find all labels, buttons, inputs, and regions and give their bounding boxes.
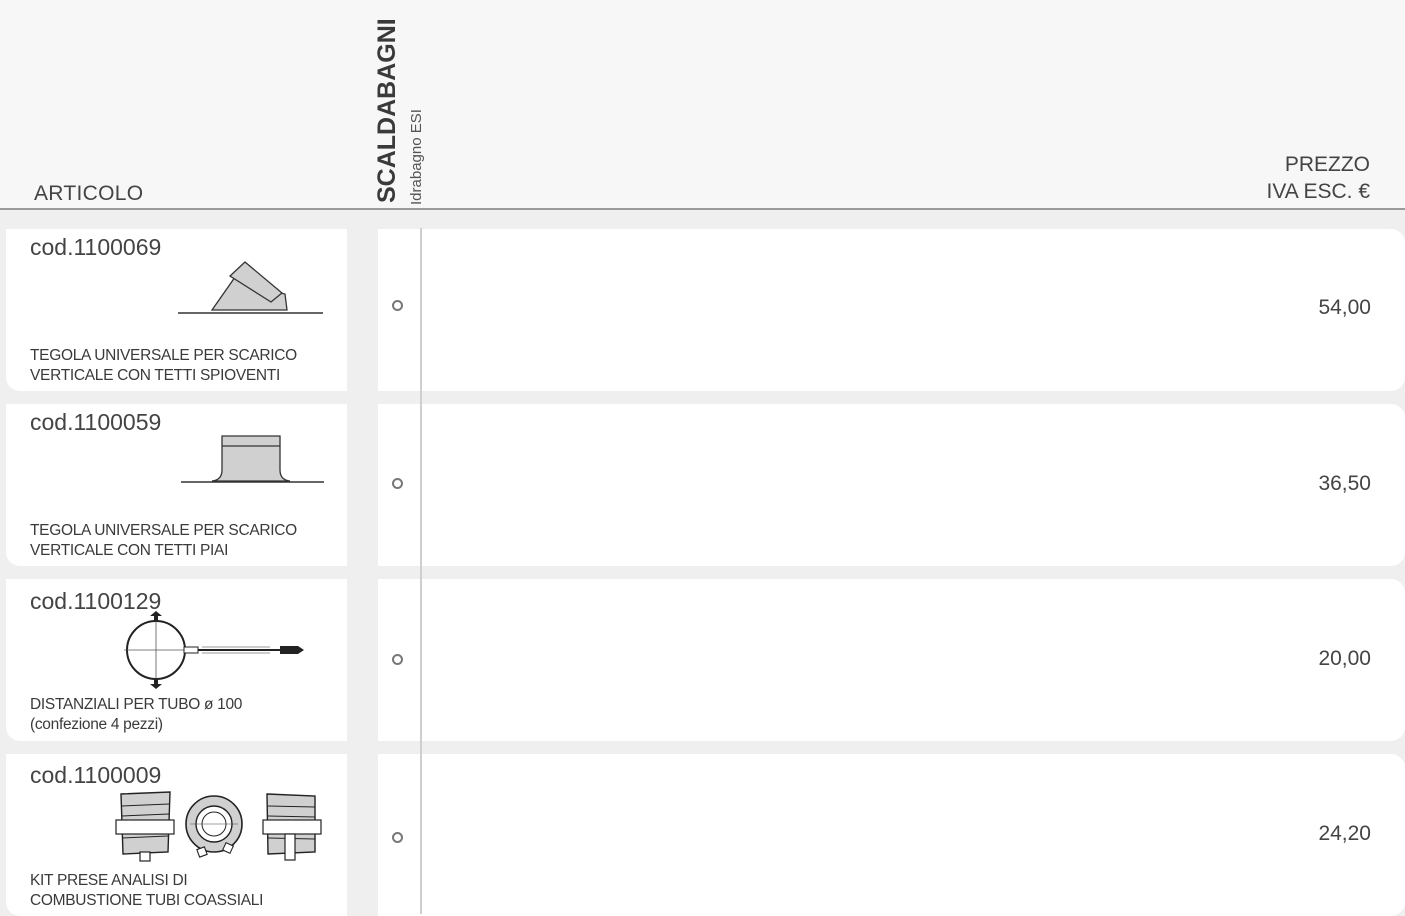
price-value: 36,50: [1318, 472, 1371, 495]
flat-roof-tile-icon: [181, 435, 324, 483]
article-code: cod.1100069: [30, 234, 162, 260]
column-header-price: PREZZO IVA ESC. €: [1267, 151, 1371, 205]
price-header-line1: PREZZO: [1284, 153, 1370, 176]
description-line-2: VERTICALE CON TETTI SPIOVENTI: [30, 367, 280, 384]
description-line-1: KIT PRESE ANALISI DI: [30, 872, 188, 889]
table-row-price-1: [378, 229, 1405, 391]
article-description: TEGOLA UNIVERSALE PER SCARICO VERTICALE …: [30, 521, 350, 561]
category-subtitle: Idrabagno ESI: [408, 109, 425, 205]
description-line-1: DISTANZIALI PER TUBO ø 100: [30, 696, 243, 713]
pipe-spacer-icon: [124, 611, 304, 689]
description-line-1: TEGOLA UNIVERSALE PER SCARICO: [30, 347, 297, 364]
availability-circle-icon: [392, 478, 403, 489]
description-line-2: COMBUSTIONE TUBI COASSIALI: [30, 892, 264, 909]
price-value: 24,20: [1318, 822, 1371, 845]
price-value: 20,00: [1318, 647, 1371, 670]
article-code: cod.1100059: [30, 409, 162, 435]
table-row-price-3: [378, 579, 1405, 741]
table-row-price-4: [378, 754, 1405, 916]
table-header: ARTICOLO SCALDABAGNI Idrabagno ESI PREZZ…: [0, 0, 1405, 210]
article-description: DISTANZIALI PER TUBO ø 100 (confezione 4…: [30, 695, 350, 735]
description-line-2: VERTICALE CON TETTI PIAI: [30, 542, 229, 559]
price-header-line2: IVA ESC. €: [1266, 180, 1371, 203]
column-divider: [420, 228, 422, 914]
column-header-articolo: ARTICOLO: [34, 182, 144, 205]
description-line-1: TEGOLA UNIVERSALE PER SCARICO: [30, 522, 297, 539]
article-description: TEGOLA UNIVERSALE PER SCARICO VERTICALE …: [30, 346, 350, 386]
availability-circle-icon: [392, 832, 403, 843]
price-value: 54,00: [1318, 296, 1371, 319]
combustion-analysis-kit-icon: [115, 791, 322, 862]
table-row-price-2: [378, 404, 1405, 566]
article-code: cod.1100009: [30, 762, 162, 788]
article-description: KIT PRESE ANALISI DI COMBUSTIONE TUBI CO…: [30, 871, 350, 911]
availability-circle-icon: [392, 654, 403, 665]
description-line-2: (confezione 4 pezzi): [30, 716, 163, 733]
sloped-roof-tile-icon: [178, 261, 323, 314]
availability-circle-icon: [392, 300, 403, 311]
category-title: SCALDABAGNI: [373, 18, 401, 203]
